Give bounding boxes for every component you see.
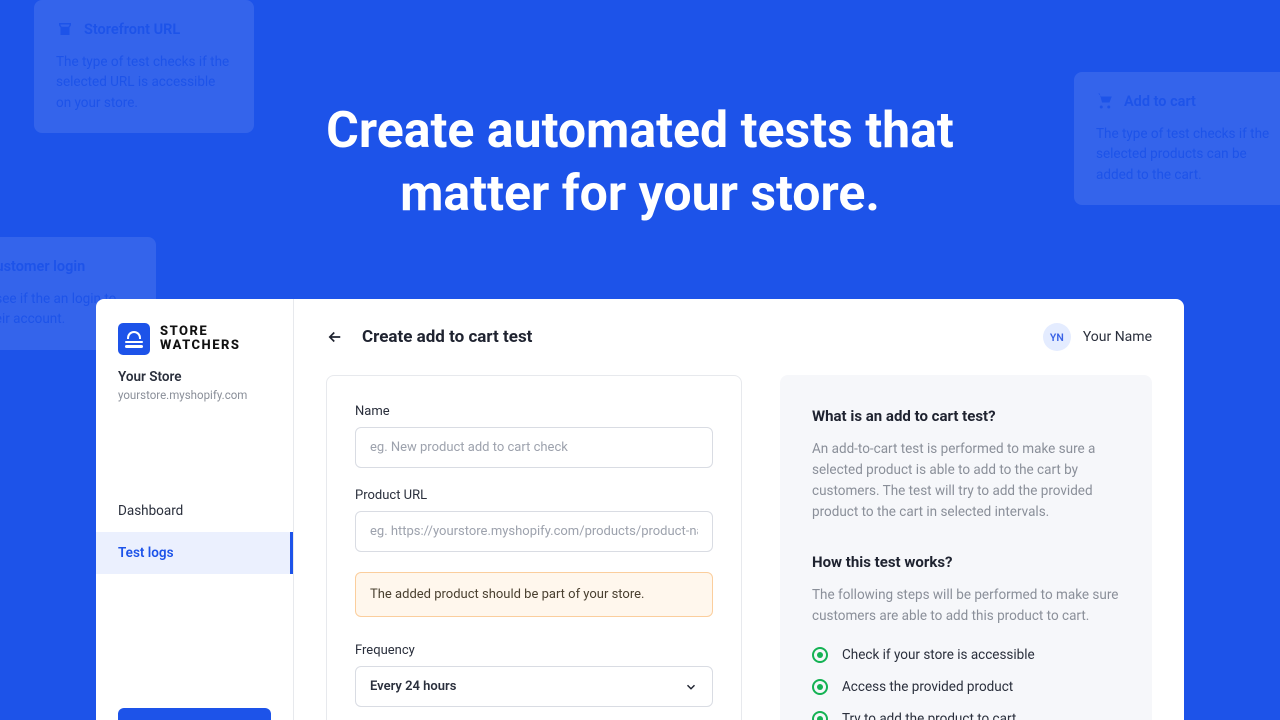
step-item: Check if your store is accessible bbox=[812, 647, 1120, 663]
step-item: Try to add the product to cart bbox=[812, 711, 1120, 720]
check-ring-icon bbox=[812, 679, 828, 695]
brand-logo: STOREWATCHERS bbox=[96, 299, 293, 369]
name-input[interactable] bbox=[355, 427, 713, 468]
info-panel: What is an add to cart test? An add-to-c… bbox=[780, 375, 1152, 720]
chevron-down-icon bbox=[684, 680, 698, 694]
info-body-1: An add-to-cart test is performed to make… bbox=[812, 439, 1120, 523]
page-title: Create add to cart test bbox=[362, 327, 532, 347]
frequency-select[interactable]: Every 24 hours bbox=[355, 666, 713, 707]
warning-banner: The added product should be part of your… bbox=[355, 572, 713, 617]
check-ring-icon bbox=[812, 711, 828, 720]
info-heading-1: What is an add to cart test? bbox=[812, 407, 1120, 425]
username: Your Name bbox=[1083, 329, 1152, 345]
topbar: Create add to cart test YN Your Name bbox=[294, 299, 1184, 375]
frequency-label: Frequency bbox=[355, 643, 713, 658]
name-label: Name bbox=[355, 404, 713, 419]
logo-icon bbox=[118, 323, 150, 355]
store-info: Your Store yourstore.myshopify.com bbox=[96, 369, 293, 420]
info-body-2: The following steps will be performed to… bbox=[812, 585, 1120, 627]
nav-test-logs[interactable]: Test logs bbox=[96, 532, 293, 574]
sidebar: STOREWATCHERS Your Store yourstore.mysho… bbox=[96, 299, 294, 720]
avatar[interactable]: YN bbox=[1043, 323, 1071, 351]
promo-card-addcart: Add to cart The type of test checks if t… bbox=[1074, 72, 1280, 205]
storefront-icon bbox=[56, 20, 74, 38]
product-url-input[interactable] bbox=[355, 511, 713, 552]
url-label: Product URL bbox=[355, 488, 713, 503]
cart-icon bbox=[1096, 92, 1114, 110]
app-window: STOREWATCHERS Your Store yourstore.mysho… bbox=[96, 299, 1184, 720]
back-icon[interactable] bbox=[326, 328, 344, 346]
nav-dashboard[interactable]: Dashboard bbox=[96, 490, 293, 532]
promo-card-storefront: Storefront URL The type of test checks i… bbox=[34, 0, 254, 133]
form-card: Name Product URL The added product shoul… bbox=[326, 375, 742, 720]
sidebar-cta-button[interactable] bbox=[118, 708, 271, 720]
info-heading-2: How this test works? bbox=[812, 553, 1120, 571]
check-ring-icon bbox=[812, 647, 828, 663]
step-item: Access the provided product bbox=[812, 679, 1120, 695]
